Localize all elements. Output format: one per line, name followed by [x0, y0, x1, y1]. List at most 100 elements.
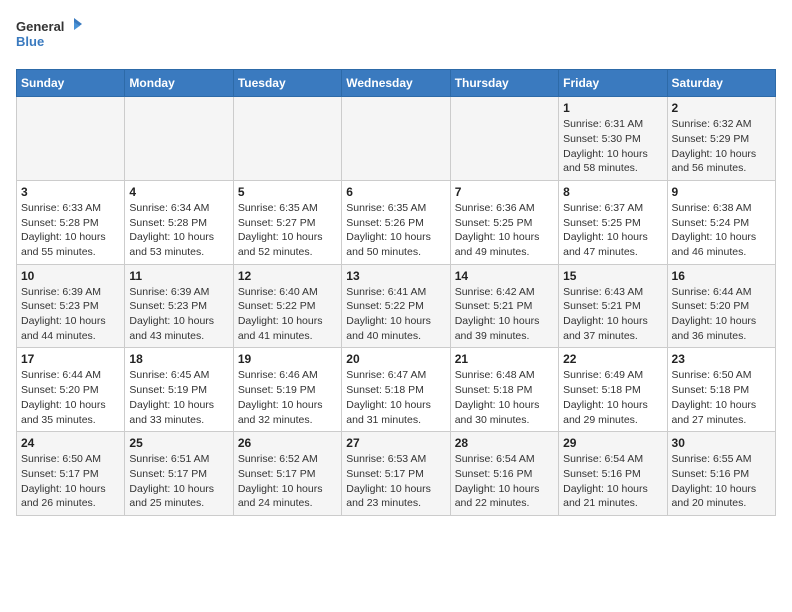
calendar-week-3: 10 Sunrise: 6:39 AM Sunset: 5:23 PM Dayli… — [17, 264, 776, 348]
day-number: 12 — [238, 269, 337, 283]
day-number: 27 — [346, 436, 445, 450]
calendar-cell: 16 Sunrise: 6:44 AM Sunset: 5:20 PM Dayli… — [667, 264, 775, 348]
day-number: 26 — [238, 436, 337, 450]
logo-text: General Blue — [16, 16, 86, 57]
day-number: 16 — [672, 269, 771, 283]
weekday-header-sunday: Sunday — [17, 70, 125, 97]
calendar-week-2: 3 Sunrise: 6:33 AM Sunset: 5:28 PM Daylig… — [17, 180, 776, 264]
calendar-cell: 23 Sunrise: 6:50 AM Sunset: 5:18 PM Dayli… — [667, 348, 775, 432]
calendar-cell: 22 Sunrise: 6:49 AM Sunset: 5:18 PM Dayli… — [559, 348, 667, 432]
day-info: Sunrise: 6:39 AM Sunset: 5:23 PM Dayligh… — [129, 285, 228, 344]
calendar-cell: 30 Sunrise: 6:55 AM Sunset: 5:16 PM Dayli… — [667, 432, 775, 516]
day-info: Sunrise: 6:40 AM Sunset: 5:22 PM Dayligh… — [238, 285, 337, 344]
weekday-header-thursday: Thursday — [450, 70, 558, 97]
calendar-cell: 9 Sunrise: 6:38 AM Sunset: 5:24 PM Daylig… — [667, 180, 775, 264]
day-number: 19 — [238, 352, 337, 366]
day-number: 22 — [563, 352, 662, 366]
calendar-cell: 11 Sunrise: 6:39 AM Sunset: 5:23 PM Dayli… — [125, 264, 233, 348]
day-info: Sunrise: 6:44 AM Sunset: 5:20 PM Dayligh… — [672, 285, 771, 344]
day-info: Sunrise: 6:43 AM Sunset: 5:21 PM Dayligh… — [563, 285, 662, 344]
calendar-cell: 14 Sunrise: 6:42 AM Sunset: 5:21 PM Dayli… — [450, 264, 558, 348]
weekday-header-tuesday: Tuesday — [233, 70, 341, 97]
calendar-cell: 12 Sunrise: 6:40 AM Sunset: 5:22 PM Dayli… — [233, 264, 341, 348]
day-info: Sunrise: 6:55 AM Sunset: 5:16 PM Dayligh… — [672, 452, 771, 511]
calendar-week-5: 24 Sunrise: 6:50 AM Sunset: 5:17 PM Dayli… — [17, 432, 776, 516]
day-number: 20 — [346, 352, 445, 366]
calendar-cell: 10Sunrise: 6:39 AM Sunset: 5:23 PM Dayli… — [17, 264, 125, 348]
calendar-cell: 4Sunrise: 6:34 AM Sunset: 5:28 PM Daylig… — [125, 180, 233, 264]
day-info: Sunrise: 6:35 AM Sunset: 5:27 PM Dayligh… — [238, 201, 337, 260]
day-info: Sunrise: 6:48 AM Sunset: 5:18 PM Dayligh… — [455, 368, 554, 427]
day-info: Sunrise: 6:46 AM Sunset: 5:19 PM Dayligh… — [238, 368, 337, 427]
svg-text:General: General — [16, 19, 64, 34]
day-info: Sunrise: 6:41 AM Sunset: 5:22 PM Dayligh… — [346, 285, 445, 344]
day-number: 1 — [563, 101, 662, 115]
day-number: 15 — [563, 269, 662, 283]
day-info: Sunrise: 6:49 AM Sunset: 5:18 PM Dayligh… — [563, 368, 662, 427]
calendar-cell: 3 Sunrise: 6:33 AM Sunset: 5:28 PM Daylig… — [17, 180, 125, 264]
weekday-header-row: SundayMondayTuesdayWednesdayThursdayFrid… — [17, 70, 776, 97]
calendar-cell: 13 Sunrise: 6:41 AM Sunset: 5:22 PM Dayli… — [342, 264, 450, 348]
day-number: 14 — [455, 269, 554, 283]
calendar-body: 1 Sunrise: 6:31 AM Sunset: 5:30 PM Daylig… — [17, 97, 776, 516]
calendar-cell: 19 Sunrise: 6:46 AM Sunset: 5:19 PM Dayli… — [233, 348, 341, 432]
calendar-cell: 21 Sunrise: 6:48 AM Sunset: 5:18 PM Dayli… — [450, 348, 558, 432]
calendar-table: SundayMondayTuesdayWednesdayThursdayFrid… — [16, 69, 776, 516]
weekday-header-wednesday: Wednesday — [342, 70, 450, 97]
day-info: Sunrise: 6:52 AM Sunset: 5:17 PM Dayligh… — [238, 452, 337, 511]
day-info: Sunrise: 6:42 AM Sunset: 5:21 PM Dayligh… — [455, 285, 554, 344]
day-number: 6 — [346, 185, 445, 199]
day-number: 7 — [455, 185, 554, 199]
day-info: Sunrise: 6:45 AM Sunset: 5:19 PM Dayligh… — [129, 368, 228, 427]
calendar-cell: 17Sunrise: 6:44 AM Sunset: 5:20 PM Dayli… — [17, 348, 125, 432]
calendar-cell: 1 Sunrise: 6:31 AM Sunset: 5:30 PM Daylig… — [559, 97, 667, 181]
svg-text:Blue: Blue — [16, 34, 44, 49]
day-info: Sunrise: 6:50 AM Sunset: 5:17 PM Dayligh… — [21, 452, 120, 511]
calendar-cell — [450, 97, 558, 181]
day-number: 17 — [21, 352, 120, 366]
calendar-cell — [233, 97, 341, 181]
day-info: Sunrise: 6:37 AM Sunset: 5:25 PM Dayligh… — [563, 201, 662, 260]
day-info: Sunrise: 6:32 AM Sunset: 5:29 PM Dayligh… — [672, 117, 771, 176]
calendar-cell: 5 Sunrise: 6:35 AM Sunset: 5:27 PM Daylig… — [233, 180, 341, 264]
calendar-cell: 29Sunrise: 6:54 AM Sunset: 5:16 PM Dayli… — [559, 432, 667, 516]
day-number: 5 — [238, 185, 337, 199]
day-info: Sunrise: 6:54 AM Sunset: 5:16 PM Dayligh… — [563, 452, 662, 511]
calendar-cell: 28 Sunrise: 6:54 AM Sunset: 5:16 PM Dayli… — [450, 432, 558, 516]
calendar-cell: 20Sunrise: 6:47 AM Sunset: 5:18 PM Dayli… — [342, 348, 450, 432]
day-number: 25 — [129, 436, 228, 450]
calendar-cell: 7 Sunrise: 6:36 AM Sunset: 5:25 PM Daylig… — [450, 180, 558, 264]
calendar-cell — [17, 97, 125, 181]
day-info: Sunrise: 6:34 AM Sunset: 5:28 PM Dayligh… — [129, 201, 228, 260]
day-info: Sunrise: 6:33 AM Sunset: 5:28 PM Dayligh… — [21, 201, 120, 260]
day-number: 24 — [21, 436, 120, 450]
day-number: 8 — [563, 185, 662, 199]
day-info: Sunrise: 6:53 AM Sunset: 5:17 PM Dayligh… — [346, 452, 445, 511]
calendar-cell: 18Sunrise: 6:45 AM Sunset: 5:19 PM Dayli… — [125, 348, 233, 432]
day-number: 30 — [672, 436, 771, 450]
day-info: Sunrise: 6:50 AM Sunset: 5:18 PM Dayligh… — [672, 368, 771, 427]
day-info: Sunrise: 6:31 AM Sunset: 5:30 PM Dayligh… — [563, 117, 662, 176]
day-number: 23 — [672, 352, 771, 366]
calendar-cell — [342, 97, 450, 181]
calendar-cell: 8 Sunrise: 6:37 AM Sunset: 5:25 PM Daylig… — [559, 180, 667, 264]
day-info: Sunrise: 6:51 AM Sunset: 5:17 PM Dayligh… — [129, 452, 228, 511]
day-info: Sunrise: 6:38 AM Sunset: 5:24 PM Dayligh… — [672, 201, 771, 260]
day-number: 11 — [129, 269, 228, 283]
day-number: 3 — [21, 185, 120, 199]
calendar-cell: 25 Sunrise: 6:51 AM Sunset: 5:17 PM Dayli… — [125, 432, 233, 516]
day-number: 2 — [672, 101, 771, 115]
day-info: Sunrise: 6:54 AM Sunset: 5:16 PM Dayligh… — [455, 452, 554, 511]
day-info: Sunrise: 6:36 AM Sunset: 5:25 PM Dayligh… — [455, 201, 554, 260]
day-number: 13 — [346, 269, 445, 283]
day-number: 10 — [21, 269, 120, 283]
weekday-header-saturday: Saturday — [667, 70, 775, 97]
calendar-week-1: 1 Sunrise: 6:31 AM Sunset: 5:30 PM Daylig… — [17, 97, 776, 181]
page-header: General Blue — [16, 16, 776, 57]
day-info: Sunrise: 6:35 AM Sunset: 5:26 PM Dayligh… — [346, 201, 445, 260]
calendar-cell: 2 Sunrise: 6:32 AM Sunset: 5:29 PM Daylig… — [667, 97, 775, 181]
calendar-cell — [125, 97, 233, 181]
day-number: 21 — [455, 352, 554, 366]
day-number: 9 — [672, 185, 771, 199]
day-number: 28 — [455, 436, 554, 450]
